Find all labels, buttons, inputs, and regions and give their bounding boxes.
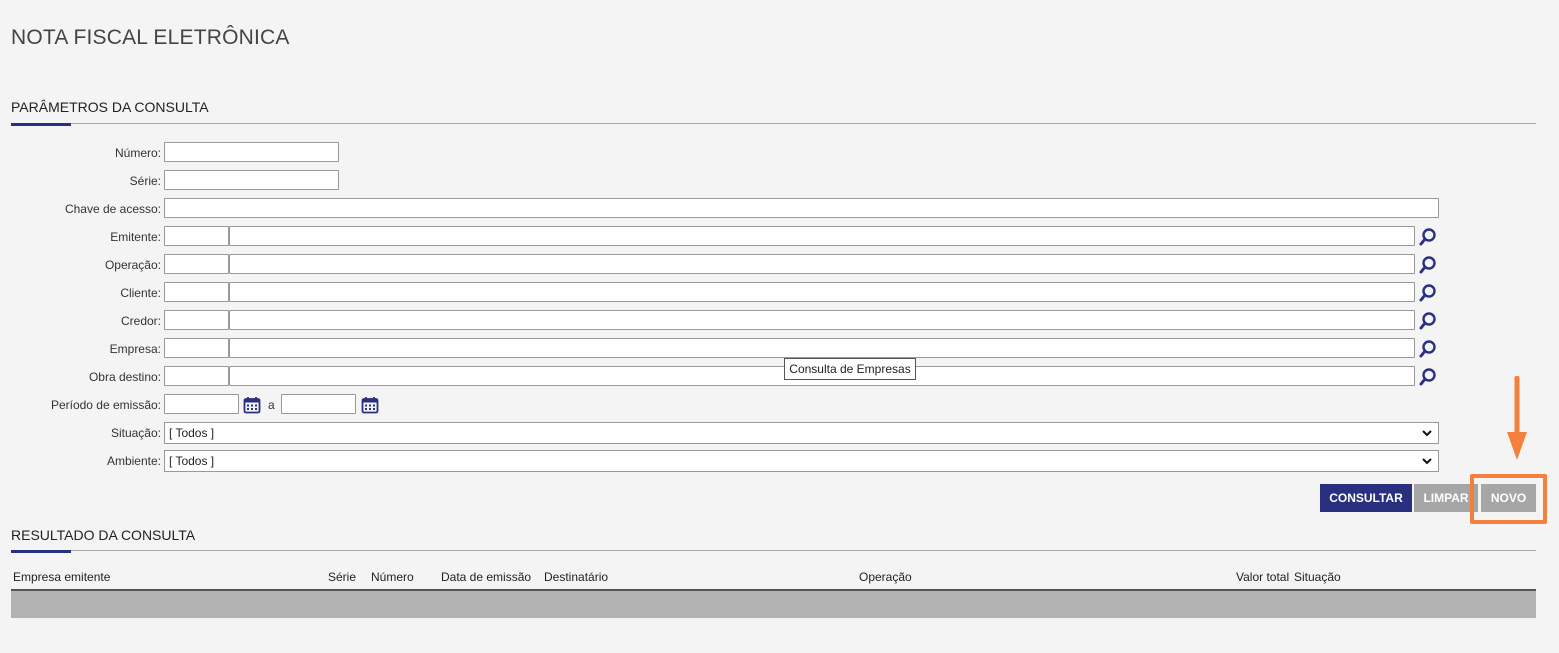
column-header-serie[interactable]: Série xyxy=(328,570,356,584)
result-section-accent xyxy=(11,550,71,553)
emitente-name-input[interactable] xyxy=(229,226,1415,246)
novo-highlight-box xyxy=(1470,474,1547,524)
calendar-to-icon[interactable] xyxy=(361,396,379,414)
emitente-code-input[interactable] xyxy=(164,226,229,246)
column-header-empresa[interactable]: Empresa emitente xyxy=(13,570,110,584)
emitente-label: Emitente: xyxy=(110,230,161,244)
obra-code-input[interactable] xyxy=(164,366,229,386)
obra-search-icon[interactable] xyxy=(1418,367,1438,387)
empresa-search-icon[interactable] xyxy=(1418,339,1438,359)
result-section-divider xyxy=(11,550,1536,551)
ambiente-select[interactable]: [ Todos ] xyxy=(164,450,1439,472)
column-header-numero[interactable]: Número xyxy=(371,570,414,584)
operacao-code-input[interactable] xyxy=(164,254,229,274)
periodo-to-input[interactable] xyxy=(281,394,356,414)
emitente-search-icon[interactable] xyxy=(1418,227,1438,247)
params-section-title: PARÂMETROS DA CONSULTA xyxy=(11,99,209,115)
chevron-down-icon xyxy=(1422,430,1432,437)
ambiente-label: Ambiente: xyxy=(106,454,161,468)
credor-code-input[interactable] xyxy=(164,310,229,330)
result-section-title: RESULTADO DA CONSULTA xyxy=(11,527,196,543)
serie-input[interactable] xyxy=(164,170,339,190)
column-header-destinatario[interactable]: Destinatário xyxy=(544,570,608,584)
periodo-separator: a xyxy=(268,398,275,412)
limpar-button[interactable]: LIMPAR xyxy=(1414,484,1478,512)
empresa-label: Empresa: xyxy=(109,342,161,356)
params-section-divider xyxy=(11,123,1536,124)
arrow-annotation-icon xyxy=(1507,376,1527,460)
column-header-operacao[interactable]: Operação xyxy=(859,570,912,584)
column-header-valor-total[interactable]: Valor total xyxy=(1236,570,1289,584)
column-header-situacao[interactable]: Situação xyxy=(1294,570,1341,584)
empresa-lookup-tooltip: Consulta de Empresas xyxy=(784,358,916,380)
column-header-data-emissao[interactable]: Data de emissão xyxy=(441,570,531,584)
operacao-label: Operação: xyxy=(104,258,161,272)
consultar-button[interactable]: CONSULTAR xyxy=(1320,484,1412,512)
cliente-search-icon[interactable] xyxy=(1418,283,1438,303)
chave-label: Chave de acesso: xyxy=(64,202,161,216)
empresa-code-input[interactable] xyxy=(164,338,229,358)
operacao-search-icon[interactable] xyxy=(1418,255,1438,275)
operacao-name-input[interactable] xyxy=(229,254,1415,274)
cliente-label: Cliente: xyxy=(120,286,161,300)
credor-label: Credor: xyxy=(120,314,161,328)
cliente-code-input[interactable] xyxy=(164,282,229,302)
empresa-name-input[interactable] xyxy=(229,338,1415,358)
chevron-down-icon xyxy=(1422,458,1432,465)
periodo-label: Período de emissão: xyxy=(50,398,161,412)
situacao-label: Situação: xyxy=(110,426,161,440)
serie-label: Série: xyxy=(129,174,161,188)
results-table-body xyxy=(11,589,1536,618)
numero-input[interactable] xyxy=(164,142,339,162)
cliente-name-input[interactable] xyxy=(229,282,1415,302)
situacao-selected-value: [ Todos ] xyxy=(169,426,215,440)
credor-name-input[interactable] xyxy=(229,310,1415,330)
obra-label: Obra destino: xyxy=(88,370,161,384)
calendar-from-icon[interactable] xyxy=(243,396,261,414)
page-title: NOTA FISCAL ELETRÔNICA xyxy=(11,26,290,49)
numero-label: Número: xyxy=(114,146,161,160)
chave-input[interactable] xyxy=(164,198,1439,218)
periodo-from-input[interactable] xyxy=(164,394,239,414)
ambiente-selected-value: [ Todos ] xyxy=(169,454,215,468)
credor-search-icon[interactable] xyxy=(1418,311,1438,331)
params-section-accent xyxy=(11,123,71,126)
situacao-select[interactable]: [ Todos ] xyxy=(164,422,1439,444)
